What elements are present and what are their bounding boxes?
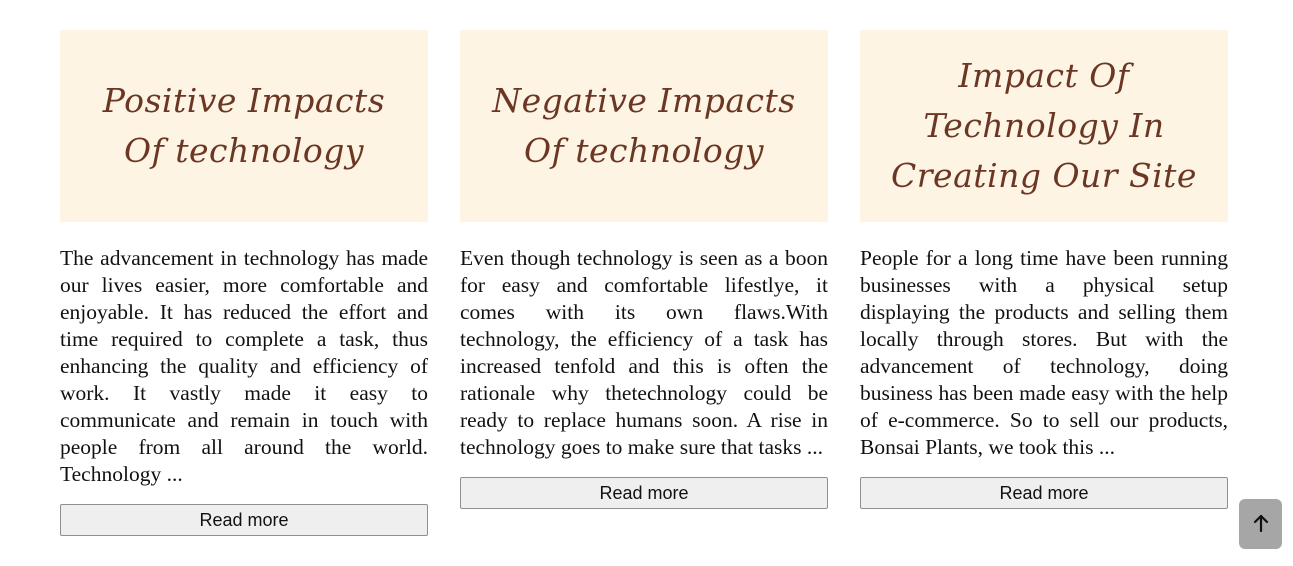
blog-card: Negative Impacts Of technology Even thou… [460,30,828,509]
card-banner: Positive Impacts Of technology [60,30,428,222]
blog-cards: Positive Impacts Of technology The advan… [0,0,1293,566]
card-banner: Impact Of Technology In Creating Our Sit… [860,30,1228,222]
banner-title: Negative Impacts Of technology [492,81,796,170]
card-excerpt: The advancement in technology has made o… [60,246,428,486]
banner-title: Positive Impacts Of technology [102,81,386,170]
arrow-up-icon [1252,513,1270,536]
read-more-button[interactable]: Read more [460,477,828,509]
card-excerpt: People for a long time have been running… [860,246,1228,459]
read-more-button[interactable]: Read more [60,504,428,536]
blog-card: Positive Impacts Of technology The advan… [60,30,428,536]
banner-title: Impact Of Technology In Creating Our Sit… [891,56,1197,195]
blog-card: Impact Of Technology In Creating Our Sit… [860,30,1228,509]
back-to-top-button[interactable] [1239,499,1282,549]
card-banner: Negative Impacts Of technology [460,30,828,222]
read-more-button[interactable]: Read more [860,477,1228,509]
card-excerpt: Even though technology is seen as a boon… [460,246,828,459]
